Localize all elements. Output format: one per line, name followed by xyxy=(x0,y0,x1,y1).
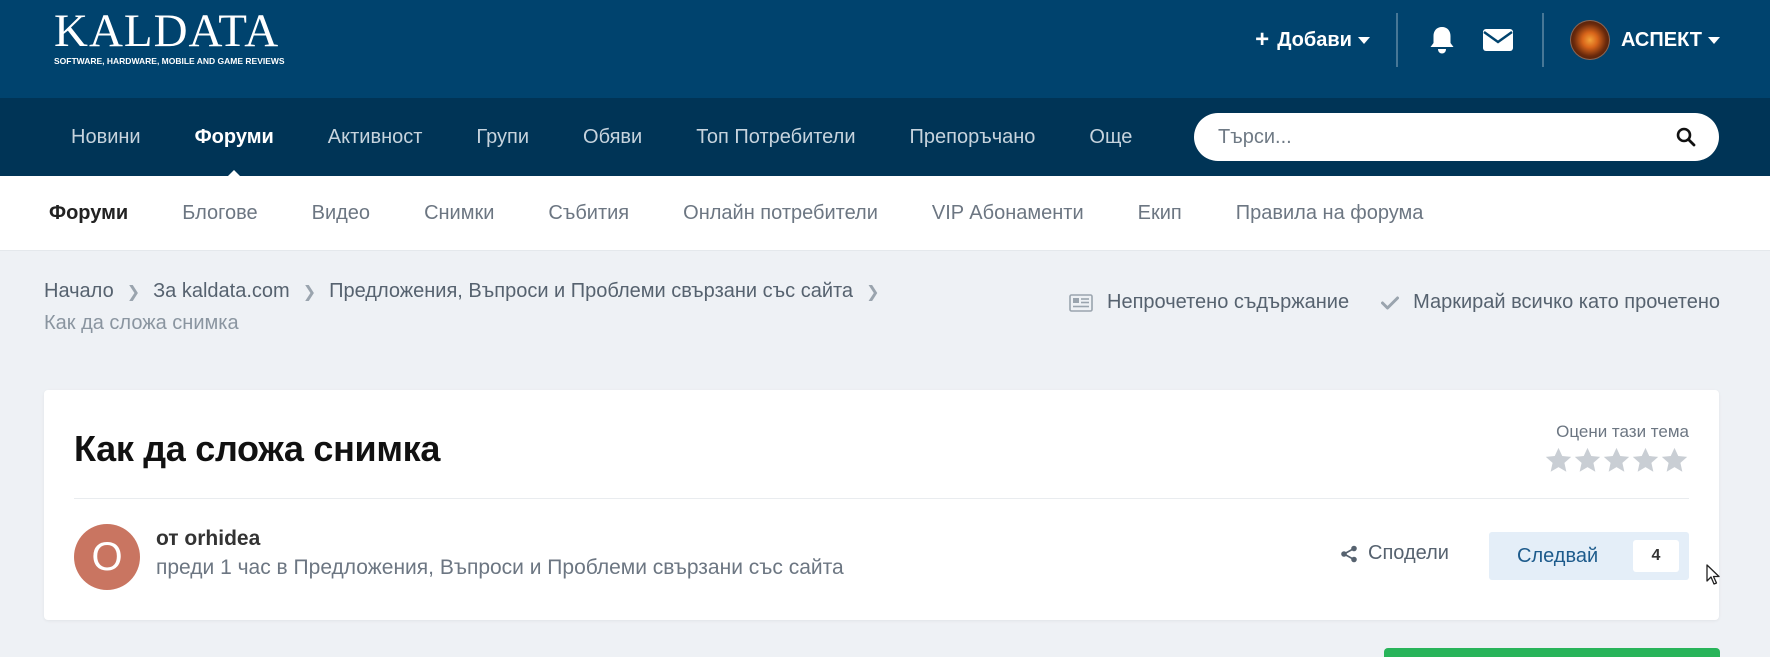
breadcrumb: Начало ❯ За kaldata.com ❯ Предложения, Въпро… xyxy=(44,276,924,338)
check-icon xyxy=(1381,296,1400,309)
notifications-button[interactable] xyxy=(1424,22,1460,58)
messages-button[interactable] xyxy=(1480,22,1516,58)
nav-item-activity[interactable]: Активност xyxy=(301,126,450,149)
unread-content-label: Непрочетено съдържание xyxy=(1107,291,1350,313)
subnav-item-video[interactable]: Видео xyxy=(285,202,397,225)
topic-rating: Оцени тази тема xyxy=(1544,422,1689,475)
envelope-icon xyxy=(1482,29,1513,51)
subnav-item-vip[interactable]: VIP Абонаменти xyxy=(905,202,1111,225)
star-icon[interactable] xyxy=(1544,446,1573,475)
star-icon[interactable] xyxy=(1573,446,1602,475)
subnav-item-events[interactable]: Събития xyxy=(521,202,656,225)
share-button[interactable]: Сподели xyxy=(1340,542,1449,565)
mark-all-read-label: Маркирай всичко като прочетено xyxy=(1413,291,1720,313)
subnav-item-online-users[interactable]: Онлайн потребители xyxy=(656,202,905,225)
plus-icon: + xyxy=(1255,26,1270,53)
subnav-item-team[interactable]: Екип xyxy=(1111,202,1209,225)
chevron-right-icon: ❯ xyxy=(302,284,317,301)
secondary-nav: Форуми Блогове Видео Снимки Събития Онла… xyxy=(0,176,1770,251)
nav-item-news[interactable]: Новини xyxy=(44,126,168,149)
mark-all-read-link[interactable]: Маркирай всичко като прочетено xyxy=(1381,291,1720,314)
star-icon[interactable] xyxy=(1631,446,1660,475)
divider xyxy=(1541,13,1544,67)
add-content-button[interactable]: + Добави xyxy=(1255,26,1370,53)
share-label: Сподели xyxy=(1368,542,1449,564)
primary-nav: Новини Форуми Активност Групи Обяви Топ … xyxy=(0,98,1770,179)
star-icon[interactable] xyxy=(1602,446,1631,475)
user-avatar xyxy=(1569,20,1610,60)
site-logo[interactable]: KALDATA SOFTWARE, HARDWARE, MOBILE AND G… xyxy=(54,5,285,67)
star-icon[interactable] xyxy=(1660,446,1689,475)
subnav-item-blogs[interactable]: Блогове xyxy=(155,202,284,225)
search-icon xyxy=(1676,127,1696,147)
topic-header-card: Как да сложа снимка Оцени тази тема O от… xyxy=(44,390,1719,620)
user-menu[interactable]: АСПЕКТ xyxy=(1569,20,1720,60)
nav-item-more[interactable]: Още xyxy=(1062,126,1159,149)
follow-button[interactable]: Следвай 4 xyxy=(1489,532,1689,580)
unread-content-link[interactable]: Непрочетено съдържание xyxy=(1069,291,1349,314)
author-avatar[interactable]: O xyxy=(74,524,140,590)
logo-tagline: SOFTWARE, HARDWARE, MOBILE AND GAME REVI… xyxy=(54,56,285,66)
nav-item-ads[interactable]: Обяви xyxy=(556,126,669,149)
breadcrumb-current: Как да сложа снимка xyxy=(44,312,239,334)
rating-label: Оцени тази тема xyxy=(1556,422,1689,441)
breadcrumb-item[interactable]: Начало xyxy=(44,280,114,302)
reply-button[interactable] xyxy=(1384,648,1720,657)
mouse-cursor-icon xyxy=(1706,564,1720,585)
share-icon xyxy=(1341,545,1357,562)
nav-item-groups[interactable]: Групи xyxy=(449,126,556,149)
rating-stars xyxy=(1544,446,1689,475)
follow-count: 4 xyxy=(1633,540,1679,572)
nav-item-top-users[interactable]: Топ Потребители xyxy=(669,126,882,149)
page-actions: Непрочетено съдържание Маркирай всичко к… xyxy=(1069,291,1720,314)
divider xyxy=(74,498,1689,499)
search-button[interactable] xyxy=(1669,120,1703,154)
follow-label: Следвай xyxy=(1517,544,1599,567)
author-name[interactable]: от orhidea xyxy=(156,527,260,551)
search-box xyxy=(1194,113,1719,161)
caret-down-icon xyxy=(1708,36,1720,44)
chevron-right-icon: ❯ xyxy=(126,284,141,301)
username: АСПЕКТ xyxy=(1620,28,1702,51)
topic-title: Как да сложа снимка xyxy=(74,428,441,469)
user-bar: + Добави АСПЕКТ xyxy=(1255,0,1720,80)
bell-icon xyxy=(1430,27,1454,54)
topic-meta: преди 1 час в Предложения, Въпроси и Про… xyxy=(156,556,844,579)
add-content-label: Добави xyxy=(1277,28,1352,51)
breadcrumb-item[interactable]: Предложения, Въпроси и Проблеми свързани… xyxy=(329,280,853,302)
subnav-item-photos[interactable]: Снимки xyxy=(397,202,521,225)
subnav-item-forums[interactable]: Форуми xyxy=(22,202,155,225)
nav-item-forums[interactable]: Форуми xyxy=(168,126,301,179)
newspaper-icon xyxy=(1069,293,1093,312)
breadcrumb-item[interactable]: За kaldata.com xyxy=(153,280,290,302)
caret-down-icon xyxy=(1357,36,1370,44)
top-header: KALDATA SOFTWARE, HARDWARE, MOBILE AND G… xyxy=(0,0,1770,98)
chevron-right-icon: ❯ xyxy=(866,284,880,301)
nav-item-recommended[interactable]: Препоръчано xyxy=(883,126,1063,149)
logo-text: KALDATA xyxy=(54,5,280,57)
divider xyxy=(1395,13,1398,67)
search-input[interactable] xyxy=(1194,113,1669,161)
subnav-item-rules[interactable]: Правила на форума xyxy=(1209,202,1451,225)
